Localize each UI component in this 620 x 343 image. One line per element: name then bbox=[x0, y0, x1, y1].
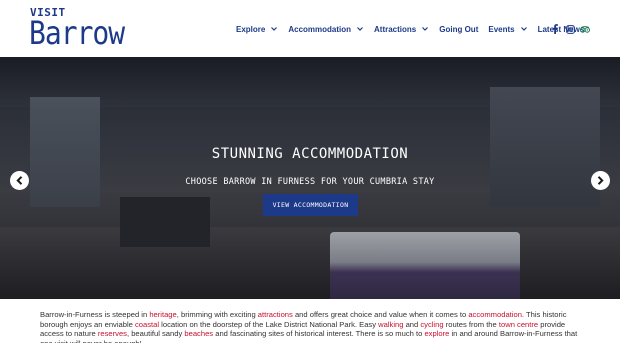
link-accommodation[interactable]: accommodation bbox=[468, 310, 522, 319]
link-beaches[interactable]: beaches bbox=[184, 329, 213, 338]
site-logo[interactable]: VISIT Barrow bbox=[29, 6, 129, 52]
slider-next-button[interactable] bbox=[591, 171, 610, 190]
intro-paragraph: Barrow-in-Furness is steeped in heritage… bbox=[40, 310, 585, 343]
nav-item-accommodation[interactable]: Accommodation bbox=[288, 25, 364, 34]
link-coastal[interactable]: coastal bbox=[135, 320, 159, 329]
nav-item-going-out[interactable]: Going Out bbox=[439, 25, 478, 34]
hero-title: STUNNING ACCOMMODATION bbox=[211, 146, 409, 162]
link-reserves[interactable]: reserves bbox=[98, 329, 127, 338]
intro-text: and bbox=[403, 319, 421, 329]
chevron-down-icon bbox=[520, 25, 528, 33]
chevron-left-icon bbox=[16, 176, 23, 185]
tripadvisor-icon[interactable] bbox=[580, 24, 590, 34]
intro-text: , brimming with exciting bbox=[176, 310, 258, 319]
nav-item-label: Attractions bbox=[374, 24, 417, 34]
nav-item-label: Accommodation bbox=[288, 24, 352, 34]
link-heritage[interactable]: heritage bbox=[149, 310, 176, 319]
social-links bbox=[550, 22, 595, 36]
intro-text: routes from the bbox=[443, 319, 499, 329]
chevron-down-icon bbox=[270, 25, 278, 33]
link-attractions[interactable]: attractions bbox=[258, 310, 293, 319]
intro-text: , beautiful sandy bbox=[126, 329, 185, 339]
link-explore[interactable]: explore bbox=[424, 329, 449, 338]
view-accommodation-button[interactable]: VIEW ACCOMMODATION bbox=[263, 194, 358, 216]
logo-barrow-text: Barrow bbox=[29, 14, 125, 52]
nav-item-label: Explore bbox=[236, 24, 266, 34]
nav-item-label: Going Out bbox=[439, 24, 479, 34]
chevron-down-icon bbox=[421, 25, 429, 33]
nav-item-attractions[interactable]: Attractions bbox=[374, 25, 429, 34]
link-cycling[interactable]: cycling bbox=[420, 320, 443, 329]
hero-subtitle: CHOOSE BARROW IN FURNESS FOR YOUR CUMBRI… bbox=[185, 177, 435, 187]
intro-text: and fascinating sites of historical inte… bbox=[213, 329, 425, 339]
intro-text: Barrow-in-Furness is steeped in bbox=[40, 310, 150, 319]
nav-item-explore[interactable]: Explore bbox=[236, 25, 278, 34]
slider-prev-button[interactable] bbox=[10, 171, 29, 190]
nav-item-label: Events bbox=[488, 24, 515, 34]
chevron-down-icon bbox=[356, 25, 364, 33]
link-town-centre[interactable]: town centre bbox=[499, 320, 538, 329]
instagram-icon[interactable] bbox=[565, 24, 575, 34]
link-walking[interactable]: walking bbox=[378, 320, 403, 329]
site-header: VISIT Barrow Explore Accommodation Attra… bbox=[0, 0, 620, 57]
intro-text: and offers great choice and value when i… bbox=[292, 310, 469, 319]
nav-item-events[interactable]: Events bbox=[488, 25, 527, 34]
chevron-right-icon bbox=[597, 176, 604, 185]
facebook-icon[interactable] bbox=[550, 24, 560, 34]
main-nav: Explore Accommodation Attractions Going … bbox=[236, 22, 594, 36]
intro-text: location on the doorstep of the Lake Dis… bbox=[159, 319, 379, 329]
hero-slider: STUNNING ACCOMMODATION CHOOSE BARROW IN … bbox=[0, 57, 620, 299]
